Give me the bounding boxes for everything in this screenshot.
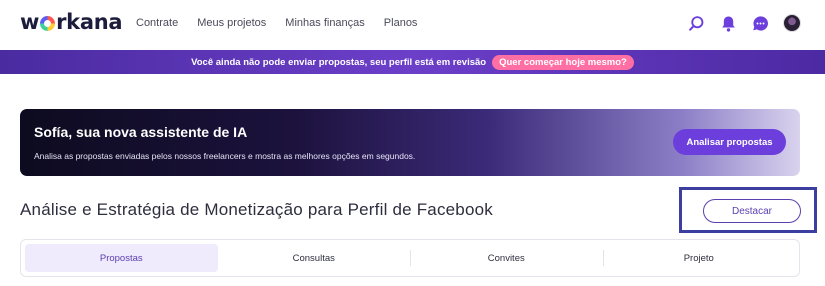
bell-icon[interactable] [719,14,737,32]
nav-icons [687,14,801,32]
highlight-project-button[interactable]: Destacar [703,199,801,223]
nav-link-meus-projetos[interactable]: Meus projetos [197,17,266,29]
tab-projeto[interactable]: Projeto [602,244,796,272]
profile-review-banner: Você ainda não pode enviar propostas, se… [0,50,825,74]
start-today-button[interactable]: Quer começar hoje mesmo? [492,54,634,70]
search-icon[interactable] [687,14,705,32]
avatar[interactable] [783,14,801,32]
nav-links: Contrate Meus projetos Minhas finanças P… [136,17,417,29]
ai-assistant-card: Sofía, sua nova assistente de IA Analisa… [20,109,800,176]
nav-link-minhas-financas[interactable]: Minhas finanças [285,17,365,29]
ai-card-description: Analisa as propostas enviadas pelos noss… [34,151,416,161]
banner-message: Você ainda não pode enviar propostas, se… [191,56,487,68]
project-tabs: Propostas Consultas Convites Projeto [20,239,800,277]
nav-link-planos[interactable]: Planos [384,17,418,29]
project-title: Análise e Estratégia de Monetização para… [20,200,493,219]
chat-icon[interactable] [751,14,769,32]
analyze-proposals-button[interactable]: Analisar propostas [673,129,786,155]
ai-card-title: Sofía, sua nova assistente de IA [34,124,248,140]
tab-propostas[interactable]: Propostas [25,244,218,272]
workana-logo[interactable]: w rkana [20,10,123,34]
nav-link-contrate[interactable]: Contrate [136,17,178,29]
top-navigation: w rkana Contrate Meus projetos Minhas fin… [0,0,825,48]
logo-mark-icon [40,16,56,31]
tab-consultas[interactable]: Consultas [218,244,411,272]
tab-convites[interactable]: Convites [410,244,603,272]
